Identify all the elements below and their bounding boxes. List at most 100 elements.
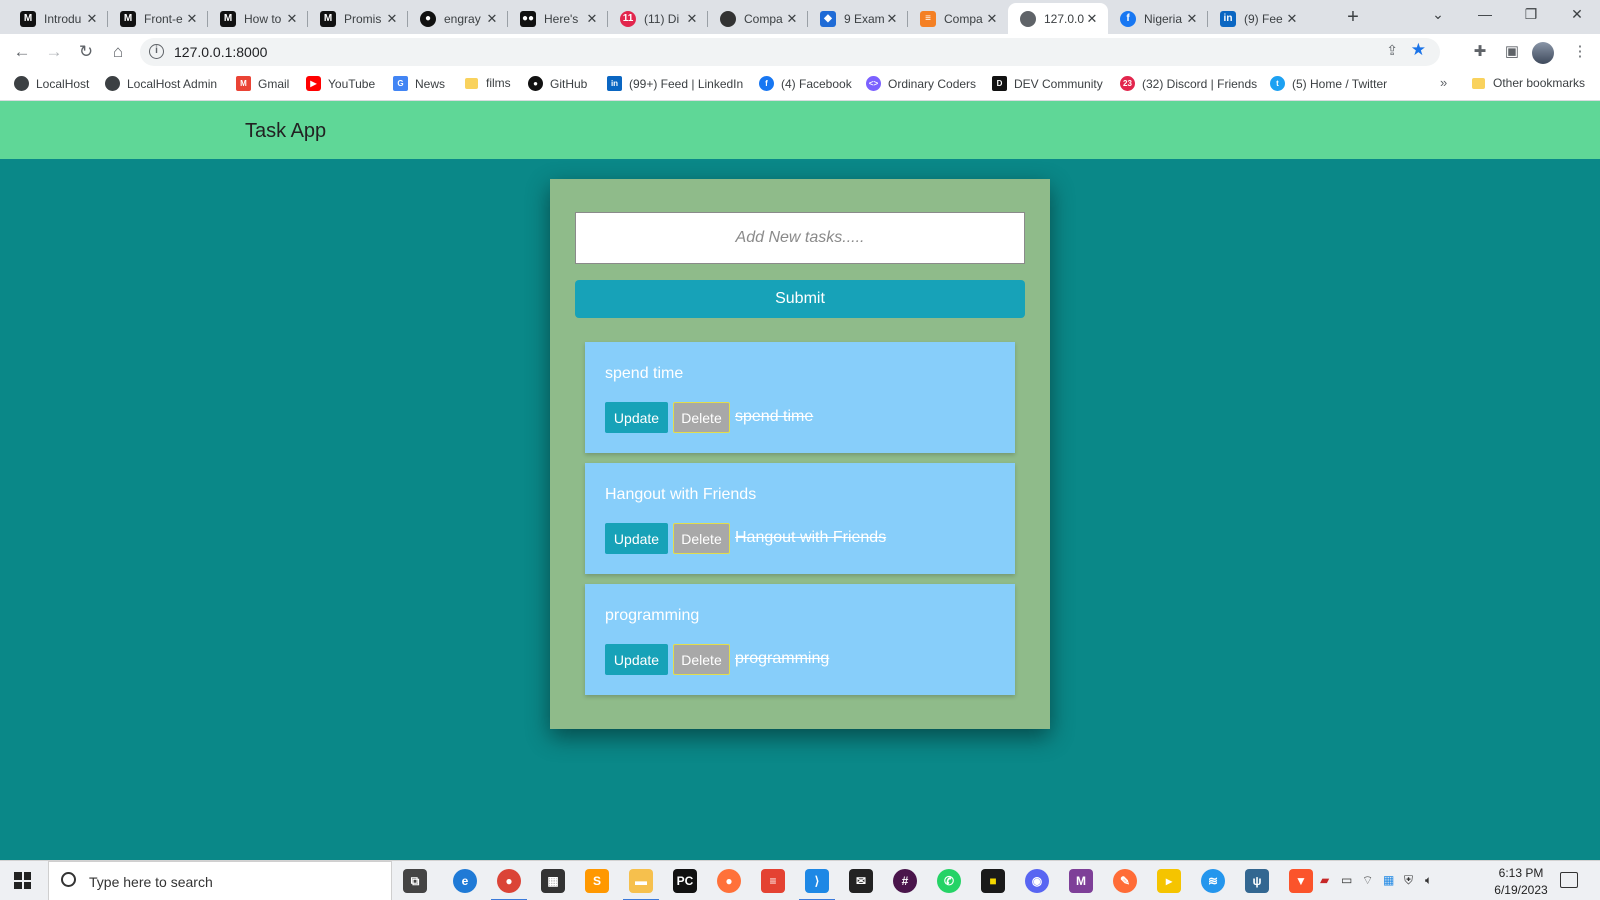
reload-icon[interactable]: ↻	[72, 38, 100, 66]
chrome-icon[interactable]: ●	[491, 869, 527, 900]
sublime-icon[interactable]: S	[585, 869, 609, 893]
update-button[interactable]: Update	[605, 523, 668, 554]
bookmark-item[interactable]: M Gmail	[236, 76, 289, 91]
brave-icon[interactable]: ▼	[1289, 869, 1313, 893]
close-icon[interactable]: ✕	[284, 11, 300, 27]
wifi-icon[interactable]: ⌔	[1362, 873, 1373, 888]
close-icon[interactable]: ✕	[584, 11, 600, 27]
battery-icon[interactable]: ▭	[1341, 873, 1352, 887]
browser-tab[interactable]: in (9) Fee ✕	[1208, 3, 1308, 34]
close-icon[interactable]: ✕	[684, 11, 700, 27]
share-icon[interactable]: ⇪	[1386, 42, 1398, 59]
bookmark-folder[interactable]: films	[465, 76, 511, 90]
close-icon[interactable]: ✕	[84, 11, 100, 27]
extensions-icon[interactable]: ✚	[1466, 38, 1494, 66]
browser-tab[interactable]: 11 (11) Di ✕	[608, 3, 708, 34]
task-view-icon[interactable]: ⧉	[403, 869, 427, 893]
sticky-notes-icon[interactable]: ▸	[1157, 869, 1181, 893]
bookmark-item[interactable]: t (5) Home / Twitter	[1270, 76, 1387, 91]
close-icon[interactable]: ✕	[984, 11, 1000, 27]
system-clock[interactable]: 6:13 PM 6/19/2023	[1486, 865, 1556, 899]
close-icon[interactable]: ✕	[884, 11, 900, 27]
bookmark-star-icon[interactable]: ★	[1411, 40, 1426, 60]
site-info-icon[interactable]: i	[149, 44, 164, 59]
browser-tab[interactable]: f Nigeria ✕	[1108, 3, 1208, 34]
close-icon[interactable]: ✕	[484, 11, 500, 27]
forward-arrow-icon[interactable]: →	[40, 38, 68, 66]
restore-button[interactable]: ❐	[1508, 0, 1554, 30]
browser-tab[interactable]: M Front-e ✕	[108, 3, 208, 34]
close-icon[interactable]: ✕	[1084, 11, 1100, 27]
postman-icon[interactable]: ✎	[1113, 869, 1137, 893]
mail-icon[interactable]: ✉	[849, 869, 873, 893]
notes-icon[interactable]: ■	[981, 869, 1005, 893]
url-text[interactable]: 127.0.0.1:8000	[174, 44, 267, 60]
tab-search-chevron-icon[interactable]: ⌄	[1415, 0, 1461, 30]
todoist-icon[interactable]: ≡	[761, 869, 785, 893]
vscode-icon[interactable]: ⟩	[799, 869, 835, 900]
new-tab-button[interactable]: +	[1340, 5, 1366, 31]
other-bookmarks-folder[interactable]: Other bookmarks	[1472, 76, 1585, 90]
update-button[interactable]: Update	[605, 402, 668, 433]
side-panel-icon[interactable]: ▣	[1498, 38, 1526, 66]
security-shield-icon[interactable]: ⛨	[1404, 873, 1413, 888]
browser-tab-active[interactable]: 127.0.0 ✕	[1008, 3, 1108, 34]
address-bar[interactable]: i 127.0.0.1:8000 ⇪ ★	[140, 38, 1440, 66]
close-window-button[interactable]: ✕	[1554, 0, 1600, 30]
browser-tab[interactable]: ●● Here's ✕	[508, 3, 608, 34]
new-task-input[interactable]	[575, 212, 1025, 264]
delete-button[interactable]: Delete	[673, 402, 730, 433]
browser-tab[interactable]: M Promis ✕	[308, 3, 408, 34]
browser-tab[interactable]: M Introdu ✕	[8, 3, 108, 34]
medium-icon: M	[320, 10, 336, 27]
pycharm-icon[interactable]: PC	[673, 869, 697, 893]
browser-tab[interactable]: Compa ✕	[708, 3, 808, 34]
mongodb-compass-icon[interactable]: M	[1069, 869, 1093, 893]
submit-button[interactable]: Submit	[575, 280, 1025, 318]
network-tray-icon[interactable]: ▦	[1383, 873, 1394, 887]
close-icon[interactable]: ✕	[1184, 11, 1200, 27]
bookmark-item[interactable]: ● GitHub	[528, 76, 587, 91]
browser-tab[interactable]: ● engray ✕	[408, 3, 508, 34]
bookmark-item[interactable]: D DEV Community	[992, 76, 1103, 91]
delete-button[interactable]: Delete	[673, 644, 730, 675]
back-arrow-icon[interactable]: ←	[8, 38, 36, 66]
browser-tab[interactable]: M How to ✕	[208, 3, 308, 34]
browser-tab[interactable]: ◆ 9 Exam ✕	[808, 3, 908, 34]
antivirus-tray-icon[interactable]: ▰	[1320, 873, 1329, 887]
update-button[interactable]: Update	[605, 644, 668, 675]
profile-avatar[interactable]	[1532, 42, 1554, 64]
close-icon[interactable]: ✕	[184, 11, 200, 27]
bookmark-item[interactable]: f (4) Facebook	[759, 76, 852, 91]
bookmark-item[interactable]: LocalHost Admin	[105, 76, 217, 91]
close-icon[interactable]: ✕	[784, 11, 800, 27]
bookmark-item[interactable]: G News	[393, 76, 445, 91]
postgresql-icon[interactable]: ψ	[1245, 869, 1269, 893]
whatsapp-icon[interactable]: ✆	[937, 869, 961, 893]
bookmark-item[interactable]: <> Ordinary Coders	[866, 76, 976, 91]
bookmark-item[interactable]: in (99+) Feed | LinkedIn	[607, 76, 743, 91]
close-icon[interactable]: ✕	[1284, 11, 1300, 27]
delete-button[interactable]: Delete	[673, 523, 730, 554]
browser-tab[interactable]: ≡ Compa ✕	[908, 3, 1008, 34]
bookmark-item[interactable]: 23 (32) Discord | Friends	[1120, 76, 1257, 91]
home-icon[interactable]: ⌂	[104, 38, 132, 66]
notification-center-icon[interactable]	[1560, 872, 1578, 888]
firefox-icon[interactable]: ●	[717, 869, 741, 893]
edge-icon[interactable]: e	[453, 869, 477, 893]
app-brand[interactable]: Task App	[245, 120, 326, 143]
close-icon[interactable]: ✕	[384, 11, 400, 27]
taskbar-search-box[interactable]: Type here to search	[48, 861, 392, 900]
docker-icon[interactable]: ≋	[1201, 869, 1225, 893]
menu-kebab-icon[interactable]: ⋮	[1566, 38, 1594, 66]
more-bookmarks-chevron-icon[interactable]: »	[1440, 75, 1447, 90]
minimize-button[interactable]: —	[1462, 0, 1508, 30]
discord-icon[interactable]: ◉	[1025, 869, 1049, 893]
volume-icon[interactable]: 🔈︎	[1425, 873, 1432, 888]
slack-icon[interactable]: #	[893, 869, 917, 893]
store-icon[interactable]: ▦	[541, 869, 565, 893]
file-explorer-icon[interactable]: ▬	[623, 869, 659, 900]
windows-start-icon[interactable]	[14, 872, 31, 889]
bookmark-item[interactable]: LocalHost	[14, 76, 89, 91]
bookmark-item[interactable]: ▶ YouTube	[306, 76, 375, 91]
